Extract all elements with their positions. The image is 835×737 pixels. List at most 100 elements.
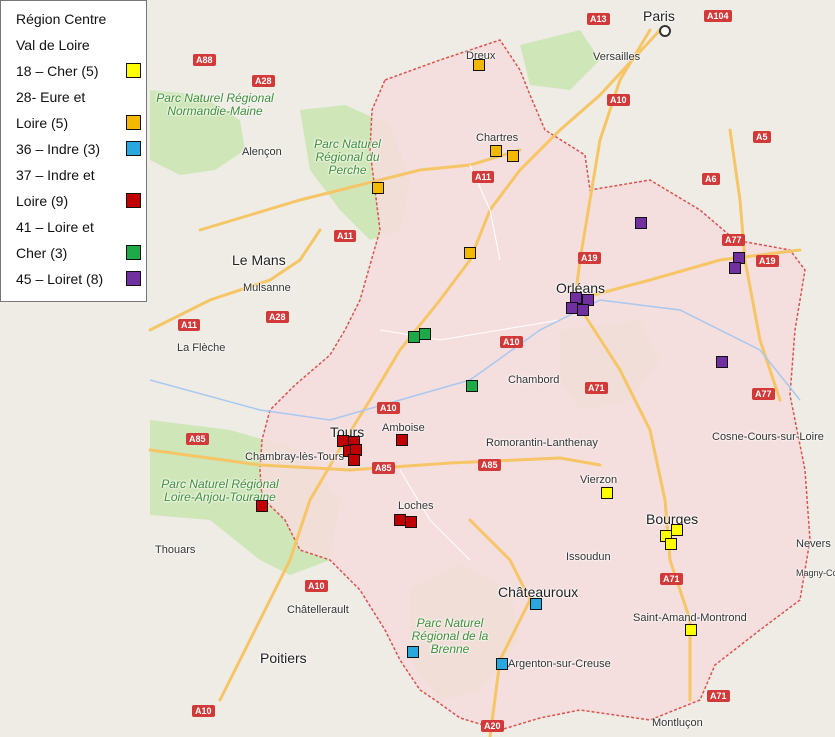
legend-title-line-2: Val de Loire <box>16 37 90 53</box>
place-label-chartres: Chartres <box>476 132 519 144</box>
legend-swatch-loir-et-cher <box>126 245 141 260</box>
marker-eure-et-loir[interactable] <box>507 150 519 162</box>
park-label-perche: Parc Naturel Régional du Perche <box>314 137 381 177</box>
place-label-issoudun: Issoudun <box>566 551 611 563</box>
legend-entry-loir-et-cher: Cher (3) <box>16 240 146 266</box>
road-shield-a71: A71 <box>585 382 608 394</box>
road-shield-a11: A11 <box>472 171 495 183</box>
road-shield-a104: A104 <box>704 10 732 22</box>
legend-swatch-cher <box>126 63 141 78</box>
marker-cher[interactable] <box>685 624 697 636</box>
park-label-loire-anjou: Parc Naturel Régional Loire-Anjou-Tourai… <box>161 477 279 504</box>
place-label-argenton: Argenton-sur-Creuse <box>508 658 611 670</box>
marker-indre-et-loire[interactable] <box>256 500 268 512</box>
marker-loiret[interactable] <box>729 262 741 274</box>
legend: Région Centre Val de Loire 18 – Cher (5)… <box>0 0 147 302</box>
place-label-paris: Paris <box>643 8 675 24</box>
place-label-cosne: Cosne-Cours-sur-Loire <box>712 431 824 443</box>
legend-swatch-loiret <box>126 271 141 286</box>
marker-eure-et-loir[interactable] <box>372 182 384 194</box>
place-label-chatellerault: Châtellerault <box>287 604 349 616</box>
marker-indre[interactable] <box>496 658 508 670</box>
marker-cher[interactable] <box>601 487 613 499</box>
marker-loiret[interactable] <box>635 217 647 229</box>
marker-loir-et-cher[interactable] <box>419 328 431 340</box>
road-shield-a11: A11 <box>178 319 201 331</box>
place-label-magny: Magny-Cour <box>796 568 835 578</box>
place-label-amboise: Amboise <box>382 422 425 434</box>
marker-indre-et-loire[interactable] <box>396 434 408 446</box>
legend-entry-cher: 18 – Cher (5) <box>16 58 146 84</box>
road-shield-a10: A10 <box>607 94 630 106</box>
road-shield-a28: A28 <box>252 75 275 87</box>
marker-loir-et-cher[interactable] <box>466 380 478 392</box>
road-shield-a10: A10 <box>192 705 215 717</box>
road-shield-a85: A85 <box>478 459 501 471</box>
marker-eure-et-loir[interactable] <box>473 59 485 71</box>
place-label-chambray: Chambray-lès-Tours <box>245 451 345 463</box>
road-shield-a6: A6 <box>702 173 720 185</box>
marker-cher[interactable] <box>671 524 683 536</box>
place-label-poitiers: Poitiers <box>260 650 307 666</box>
marker-eure-et-loir[interactable] <box>464 247 476 259</box>
marker-cher[interactable] <box>665 538 677 550</box>
legend-swatch-indre <box>126 141 141 156</box>
road-shield-a19: A19 <box>578 252 601 264</box>
legend-entry-label: Cher (3) <box>16 245 68 261</box>
legend-entry-label: 18 – Cher (5) <box>16 63 99 79</box>
place-label-nevers: Nevers <box>796 538 831 550</box>
paris-pin-icon <box>659 25 671 37</box>
road-shield-a85: A85 <box>186 433 209 445</box>
legend-entry-loiret: 45 – Loiret (8) <box>16 266 146 292</box>
marker-loiret[interactable] <box>716 356 728 368</box>
road-shield-a11: A11 <box>334 230 357 242</box>
marker-indre[interactable] <box>407 646 419 658</box>
legend-entry-loir-et-cher-line1: 41 – Loire et <box>16 214 146 240</box>
marker-loiret[interactable] <box>577 304 589 316</box>
legend-entry-indre-et-loire: Loire (9) <box>16 188 146 214</box>
legend-entry-label: 41 – Loire et <box>16 219 94 235</box>
road-shield-a5: A5 <box>753 131 771 143</box>
legend-entry-label: 37 – Indre et <box>16 167 95 183</box>
road-shield-a13: A13 <box>587 13 610 25</box>
road-shield-a10: A10 <box>377 402 400 414</box>
legend-swatch-indre-et-loire <box>126 193 141 208</box>
road-shield-a20: A20 <box>481 720 504 732</box>
place-label-la-fleche: La Flèche <box>177 342 226 354</box>
place-label-romorantin: Romorantin-Lanthenay <box>486 437 598 449</box>
road-shield-a77: A77 <box>752 388 775 400</box>
legend-entry-eure-et-loir: Loire (5) <box>16 110 146 136</box>
legend-entry-label: 28- Eure et <box>16 89 86 105</box>
marker-eure-et-loir[interactable] <box>490 145 502 157</box>
place-label-versailles: Versailles <box>593 51 641 63</box>
road-shield-a10: A10 <box>500 336 523 348</box>
place-label-chambord: Chambord <box>508 374 560 386</box>
road-shield-a77: A77 <box>722 234 745 246</box>
marker-indre-et-loire[interactable] <box>348 454 360 466</box>
marker-indre-et-loire[interactable] <box>405 516 417 528</box>
place-label-thouars: Thouars <box>155 544 196 556</box>
legend-entry-label: Loire (5) <box>16 115 69 131</box>
legend-entry-label: 36 – Indre (3) <box>16 141 101 157</box>
road-shield-a71: A71 <box>707 690 730 702</box>
legend-entry-eure-et-loir-line1: 28- Eure et <box>16 84 146 110</box>
road-shield-a28: A28 <box>266 311 289 323</box>
place-label-le-mans: Le Mans <box>232 252 286 268</box>
place-label-vierzon: Vierzon <box>580 474 618 486</box>
place-label-loches: Loches <box>398 500 434 512</box>
legend-entry-indre-et-loire-line1: 37 – Indre et <box>16 162 146 188</box>
legend-title-line-1: Région Centre <box>16 11 107 27</box>
park-label-normandie-maine: Parc Naturel Régional Normandie-Maine <box>156 91 274 118</box>
legend-swatch-eure-et-loir <box>126 115 141 130</box>
marker-indre[interactable] <box>530 598 542 610</box>
road-shield-a19: A19 <box>756 255 779 267</box>
road-shield-a88: A88 <box>193 54 216 66</box>
road-shield-a71: A71 <box>660 573 683 585</box>
place-label-saint-amand: Saint-Amand-Montrond <box>633 612 747 624</box>
place-label-montlucon: Montluçon <box>652 717 703 729</box>
road-shield-a10: A10 <box>305 580 328 592</box>
legend-entry-label: Loire (9) <box>16 193 69 209</box>
road-shield-a85: A85 <box>372 462 395 474</box>
legend-entry-label: 45 – Loiret (8) <box>16 271 104 287</box>
place-label-alencon: Alençon <box>242 146 282 158</box>
